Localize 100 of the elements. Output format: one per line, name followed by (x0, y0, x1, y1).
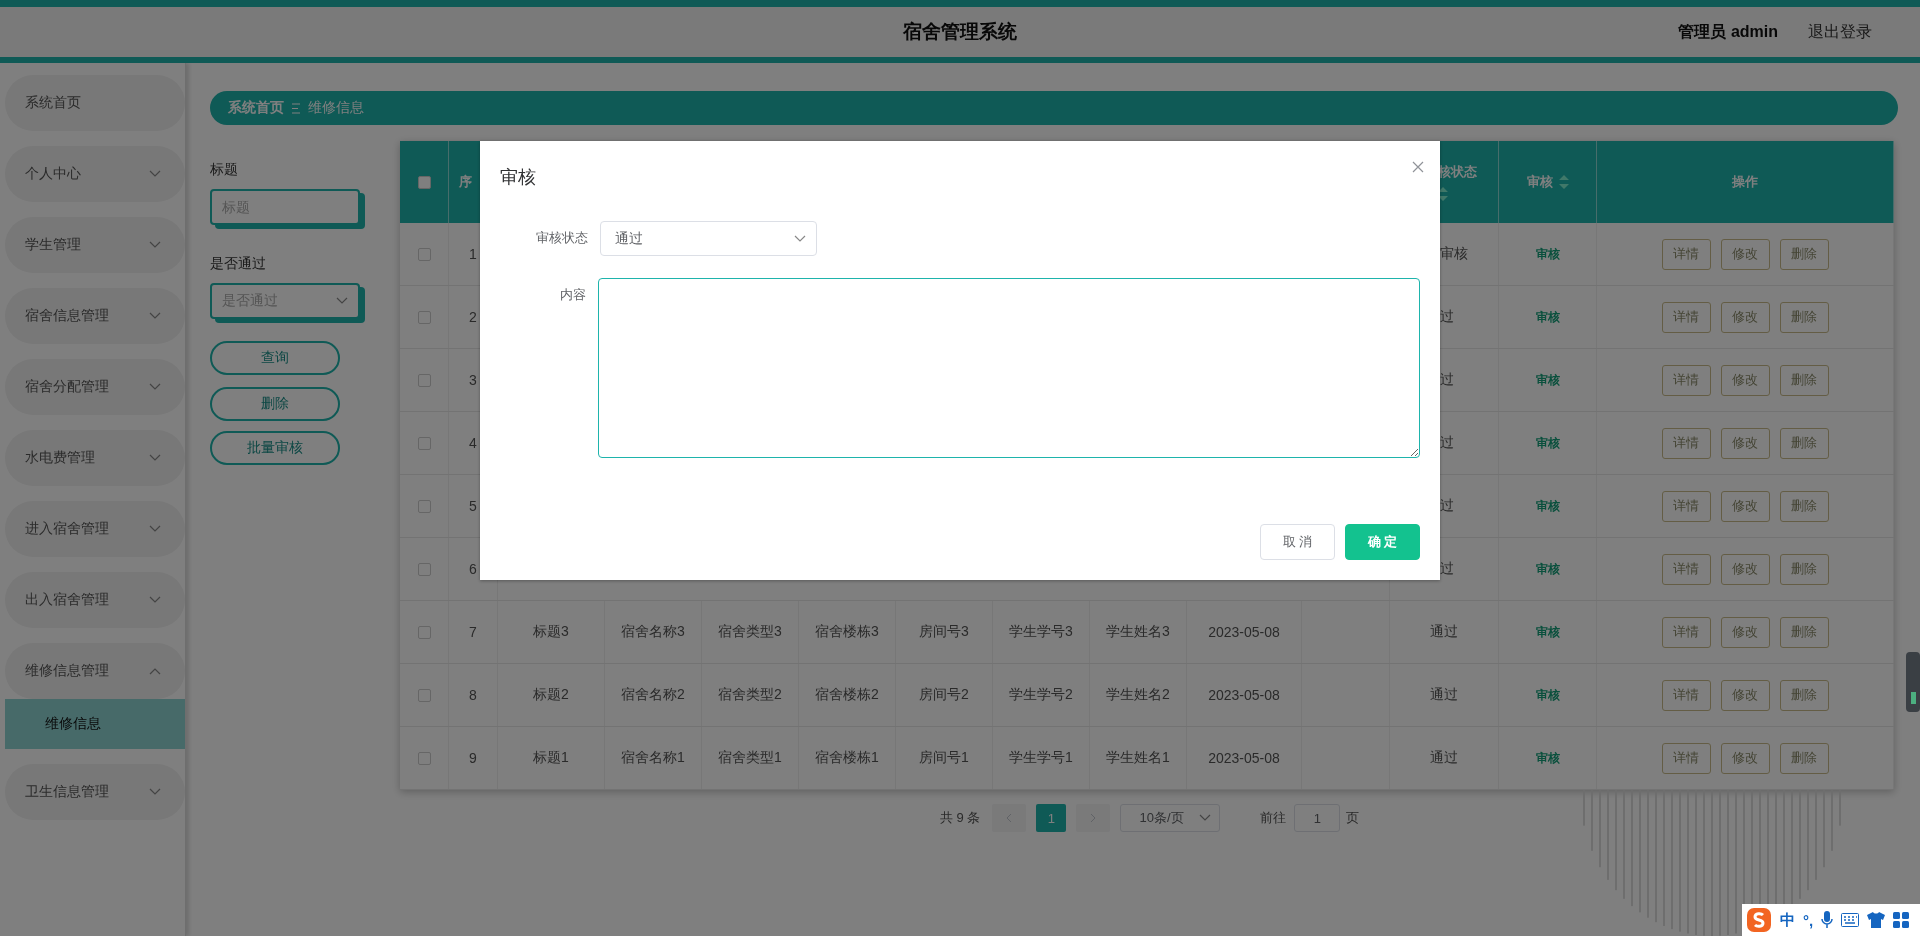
page-button[interactable]: 1 (1036, 804, 1067, 832)
audit-link[interactable]: 审核 (1535, 623, 1560, 641)
row-action-button[interactable]: 详情 (1661, 301, 1711, 333)
row-action-button[interactable]: 修改 (1720, 238, 1770, 270)
row-action-button[interactable]: 修改 (1720, 490, 1770, 522)
shirt-icon[interactable] (1867, 912, 1886, 928)
audit-link[interactable]: 审核 (1535, 497, 1560, 515)
row-checkbox[interactable] (417, 562, 431, 576)
microphone-icon[interactable] (1821, 911, 1834, 929)
row-checkbox[interactable] (417, 310, 431, 324)
sidebar-item[interactable]: 出入宿舍管理 (5, 572, 185, 628)
row-action-button[interactable]: 删除 (1779, 364, 1829, 396)
confirm-button[interactable]: 确 定 (1345, 524, 1420, 560)
row-action-button[interactable]: 修改 (1720, 427, 1770, 459)
table-cell: 房间号3 (919, 623, 969, 641)
prev-page-button[interactable] (992, 804, 1027, 832)
ime-logo-icon[interactable] (1746, 907, 1772, 933)
row-action-button[interactable]: 删除 (1779, 679, 1829, 711)
row-action-button[interactable]: 详情 (1661, 679, 1711, 711)
ime-mode[interactable]: 中 (1780, 910, 1795, 930)
side-handle-icon[interactable] (1906, 652, 1920, 712)
page-size-select[interactable]: 10条/页 (1120, 804, 1221, 832)
sidebar-item[interactable]: 水电费管理 (5, 430, 185, 486)
row-action-button[interactable]: 详情 (1661, 490, 1711, 522)
row-action-button[interactable]: 删除 (1779, 490, 1829, 522)
row-action-button[interactable]: 修改 (1720, 616, 1770, 648)
lines-icon (292, 102, 300, 114)
row-checkbox[interactable] (417, 436, 431, 450)
row-action-button[interactable]: 详情 (1661, 616, 1711, 648)
filter-button[interactable]: 删除 (210, 387, 340, 421)
field-label: 审核状态 (535, 229, 588, 247)
filter-button[interactable]: 查询 (210, 341, 340, 375)
row-action-button[interactable]: 删除 (1779, 553, 1829, 585)
row-action-button[interactable]: 详情 (1661, 238, 1711, 270)
table-cell: 宿舍名称3 (621, 623, 685, 641)
row-checkbox[interactable] (417, 625, 431, 639)
audit-link[interactable]: 审核 (1535, 749, 1560, 767)
row-action-button[interactable]: 删除 (1779, 427, 1829, 459)
sidebar-item[interactable]: 宿舍分配管理 (5, 359, 185, 415)
keyboard-icon[interactable] (1841, 913, 1860, 927)
sidebar-item[interactable]: 宿舍信息管理 (5, 288, 185, 344)
table-cell: 学生姓名2 (1106, 686, 1170, 704)
logout-link[interactable]: 退出登录 (1808, 21, 1872, 43)
table-cell: 学生姓名1 (1106, 749, 1170, 767)
row-action-button[interactable]: 修改 (1720, 679, 1770, 711)
row-action-button[interactable]: 详情 (1661, 553, 1711, 585)
audit-link[interactable]: 审核 (1535, 560, 1560, 578)
sort-icon[interactable] (1438, 187, 1448, 201)
row-checkbox[interactable] (417, 373, 431, 387)
table-cell: 过 (1440, 434, 1454, 452)
app-title: 宿舍管理系统 (903, 20, 1017, 44)
audit-link[interactable]: 审核 (1535, 308, 1560, 326)
table-cell: 过 (1440, 560, 1454, 578)
audit-link[interactable]: 审核 (1535, 686, 1560, 704)
grid-icon[interactable] (1893, 912, 1910, 928)
status-select[interactable]: 通过 (600, 221, 817, 256)
select-all-checkbox[interactable] (417, 175, 431, 189)
goto-field[interactable]: 1 (1294, 804, 1341, 832)
table-cell: 5 (469, 498, 477, 514)
table-cell: 8 (469, 687, 477, 703)
row-action-button[interactable]: 删除 (1779, 301, 1829, 333)
row-checkbox[interactable] (417, 247, 431, 261)
chevron-down-icon (149, 788, 161, 796)
row-action-button[interactable]: 详情 (1661, 427, 1711, 459)
table-cell: 宿舍类型3 (718, 623, 782, 641)
total-count: 共 9 条 (940, 809, 981, 827)
sidebar-item[interactable]: 维修信息管理 (5, 643, 185, 699)
filter-button[interactable]: 批量审核 (210, 431, 340, 465)
breadcrumb-link[interactable]: 系统首页 (228, 99, 284, 117)
ime-punctuation[interactable]: °, (1803, 911, 1814, 929)
row-action-button[interactable]: 修改 (1720, 553, 1770, 585)
row-action-button[interactable]: 删除 (1779, 616, 1829, 648)
row-action-button[interactable]: 修改 (1720, 364, 1770, 396)
row-action-button[interactable]: 详情 (1661, 364, 1711, 396)
sidebar-item[interactable]: 进入宿舍管理 (5, 501, 185, 557)
sidebar-item[interactable]: 系统首页 (5, 75, 185, 131)
audit-link[interactable]: 审核 (1535, 371, 1560, 389)
row-checkbox[interactable] (417, 499, 431, 513)
table-cell: 过 (1440, 308, 1454, 326)
table-cell: 过 (1440, 371, 1454, 389)
audit-link[interactable]: 审核 (1535, 434, 1560, 452)
row-action-button[interactable]: 删除 (1779, 742, 1829, 774)
row-action-button[interactable]: 删除 (1779, 238, 1829, 270)
sidebar-item[interactable]: 个人中心 (5, 146, 185, 202)
chevron-down-icon (336, 297, 348, 305)
sidebar-item[interactable]: 学生管理 (5, 217, 185, 273)
row-action-button[interactable]: 详情 (1661, 742, 1711, 774)
audit-link[interactable]: 审核 (1535, 245, 1560, 263)
row-checkbox[interactable] (417, 751, 431, 765)
close-icon[interactable] (1412, 161, 1424, 173)
submenu-item[interactable]: 维修信息 (5, 699, 185, 749)
row-action-button[interactable]: 修改 (1720, 301, 1770, 333)
table-cell: 1 (469, 246, 477, 262)
sidebar-item[interactable]: 卫生信息管理 (5, 764, 185, 820)
cancel-button[interactable]: 取 消 (1260, 524, 1335, 560)
row-action-button[interactable]: 修改 (1720, 742, 1770, 774)
content-field[interactable] (598, 278, 1420, 458)
row-checkbox[interactable] (417, 688, 431, 702)
table-cell: 2023-05-08 (1208, 687, 1280, 703)
next-page-button[interactable] (1076, 804, 1111, 832)
